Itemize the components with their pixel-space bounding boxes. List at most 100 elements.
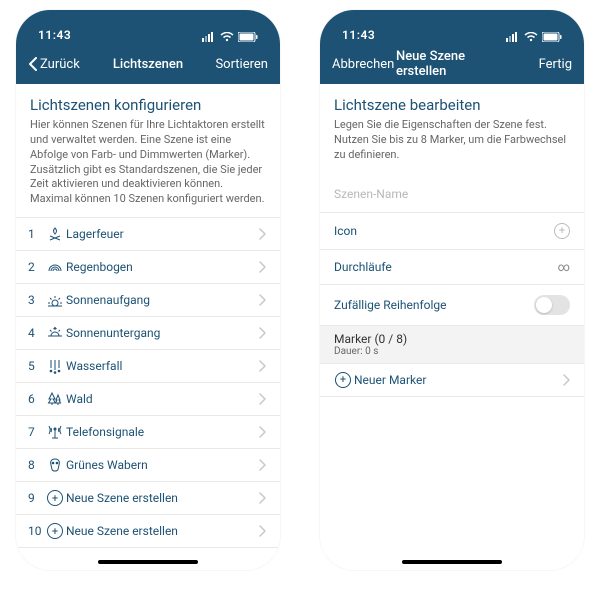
chevron-right-icon [258, 459, 266, 471]
signal-icon [202, 32, 216, 42]
loops-row[interactable]: Durchläufe ∞ [320, 250, 584, 285]
scene-row[interactable]: 4Sonnenuntergang [16, 317, 280, 350]
sunrise-icon [44, 292, 66, 308]
plus-circle-icon: + [554, 223, 570, 239]
done-button[interactable]: Fertig [508, 57, 572, 72]
scene-list: 1 Lagerfeuer 2 Regenbogen 3Sonnenaufgang4Son… [16, 217, 280, 548]
scene-number: 9 [28, 491, 44, 505]
scene-label: Regenbogen [66, 260, 258, 274]
loops-label: Durchläufe [334, 260, 392, 274]
status-bar: 11:43 [320, 10, 584, 44]
icon-row[interactable]: Icon + [320, 213, 584, 250]
chevron-right-icon [258, 393, 266, 405]
scene-label: Wasserfall [66, 359, 258, 373]
random-order-switch[interactable] [534, 295, 570, 315]
rainbow-icon [44, 259, 66, 275]
plus-icon: + [44, 523, 66, 539]
scene-row[interactable]: 2 Regenbogen [16, 251, 280, 284]
scene-number: 3 [28, 293, 44, 307]
scene-number: 2 [28, 260, 44, 274]
scene-label: Neue Szene erstellen [66, 524, 258, 538]
page-title: Lichtszenen konfigurieren [16, 84, 280, 118]
waterfall-icon [44, 358, 66, 374]
icon-label: Icon [334, 224, 357, 238]
scene-row[interactable]: 1 Lagerfeuer [16, 217, 280, 251]
antenna-icon [44, 424, 66, 440]
scene-label: Telefonsignale [66, 425, 258, 439]
status-bar: 11:43 [16, 10, 280, 44]
plus-icon: + [44, 490, 66, 506]
page-description: Hier können Szenen für Ihre Lichtaktoren… [16, 118, 280, 217]
scene-row[interactable]: 8 Grünes Wabern [16, 449, 280, 482]
chevron-right-icon [258, 327, 266, 339]
scene-label: Lagerfeuer [66, 227, 258, 241]
blob-icon [44, 457, 66, 473]
chevron-right-icon [258, 426, 266, 438]
scene-number: 1 [28, 227, 44, 241]
nav-title: Lichtszenen [113, 57, 183, 72]
page-title: Lichtszene bearbeiten [320, 84, 584, 118]
new-marker-row[interactable]: + Neuer Marker [320, 364, 584, 397]
chevron-right-icon [258, 360, 266, 372]
back-label: Zurück [40, 57, 80, 72]
cancel-label: Abbrechen [332, 57, 394, 72]
plus-circle-icon: + [332, 372, 354, 388]
content: Lichtszenen konfigurieren Hier können Sz… [16, 84, 280, 570]
content: Lichtszene bearbeiten Legen Sie die Eige… [320, 84, 584, 570]
wifi-icon [524, 32, 538, 42]
chevron-right-icon [258, 294, 266, 306]
status-indicators [506, 32, 562, 42]
chevron-right-icon [258, 492, 266, 504]
status-time: 11:43 [38, 28, 71, 42]
chevron-right-icon [258, 228, 266, 240]
scene-number: 10 [28, 524, 44, 538]
loops-value: ∞ [558, 260, 570, 274]
battery-icon [238, 32, 258, 42]
sort-label: Sortieren [215, 57, 268, 72]
scene-label: Wald [66, 392, 258, 406]
marker-header: Marker (0 / 8) Dauer: 0 s [320, 326, 584, 364]
done-label: Fertig [539, 57, 572, 72]
scene-row[interactable]: 3Sonnenaufgang [16, 284, 280, 317]
scene-number: 5 [28, 359, 44, 373]
scene-label: Sonnenuntergang [66, 326, 258, 340]
scene-row[interactable]: 5 Wasserfall [16, 350, 280, 383]
status-indicators [202, 32, 258, 42]
random-order-label: Zufällige Reihenfolge [334, 298, 447, 312]
scene-row[interactable]: 10+Neue Szene erstellen [16, 515, 280, 548]
scene-name-placeholder: Szenen-Name [334, 187, 408, 201]
scene-row[interactable]: 7 Telefonsignale [16, 416, 280, 449]
chevron-left-icon [28, 57, 38, 71]
sort-button[interactable]: Sortieren [204, 57, 268, 72]
nav-bar: Abbrechen Neue Szene erstellen Fertig [320, 44, 584, 84]
marker-duration: Dauer: 0 s [334, 346, 570, 357]
scene-number: 8 [28, 458, 44, 472]
scene-label: Neue Szene erstellen [66, 491, 258, 505]
new-marker-label: Neuer Marker [354, 373, 562, 387]
scene-row[interactable]: 9+Neue Szene erstellen [16, 482, 280, 515]
scene-row[interactable]: 6 Wald [16, 383, 280, 416]
wifi-icon [220, 32, 234, 42]
scene-number: 6 [28, 392, 44, 406]
scene-name-input[interactable]: Szenen-Name [320, 173, 584, 213]
page-description: Legen Sie die Eigenschaften der Szene fe… [320, 118, 584, 173]
phone-right: 11:43 Abbrechen Neue Szene erstellen Fer… [320, 10, 584, 570]
chevron-right-icon [258, 525, 266, 537]
sunset-icon [44, 325, 66, 341]
home-indicator[interactable] [98, 560, 198, 564]
scene-label: Grünes Wabern [66, 458, 258, 472]
nav-bar: Zurück Lichtszenen Sortieren [16, 44, 280, 84]
phone-left: 11:43 Zurück Lichtszenen Sortieren Licht… [16, 10, 280, 570]
scene-number: 7 [28, 425, 44, 439]
forest-icon [44, 391, 66, 407]
cancel-button[interactable]: Abbrechen [332, 57, 396, 72]
random-order-row[interactable]: Zufällige Reihenfolge [320, 285, 584, 326]
campfire-icon [44, 226, 66, 242]
battery-icon [542, 32, 562, 42]
chevron-right-icon [562, 374, 570, 386]
home-indicator[interactable] [402, 560, 502, 564]
marker-title: Marker (0 / 8) [334, 332, 570, 346]
back-button[interactable]: Zurück [28, 57, 92, 72]
signal-icon [506, 32, 520, 42]
status-time: 11:43 [342, 28, 375, 42]
